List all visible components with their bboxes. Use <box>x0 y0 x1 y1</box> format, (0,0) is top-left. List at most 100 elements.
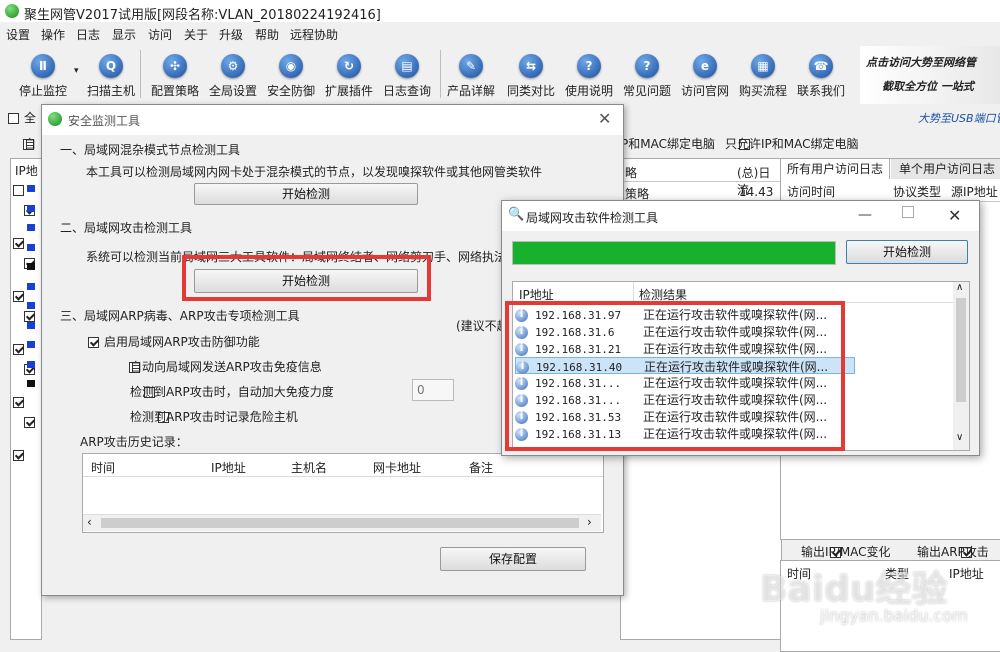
history-hscrollbar[interactable]: ‹ › <box>83 514 601 531</box>
menu-item-7[interactable]: 帮助 <box>255 26 279 43</box>
history-scroll-thumb[interactable] <box>101 518 579 528</box>
total-cell: 14.43 <box>739 185 774 199</box>
toolbar-label: 联系我们 <box>796 84 845 98</box>
toolbar-extend-plugin-button[interactable]: ↻ 扩展插件 <box>320 54 378 98</box>
promiscuous-start-button[interactable]: 开始检测 <box>194 183 418 205</box>
banner-line-2: 截取全方位 一站式 <box>882 80 974 93</box>
menu-item-4[interactable]: 访问 <box>148 26 172 43</box>
maximize-icon[interactable] <box>902 206 914 218</box>
toolbar-label: 全局设置 <box>208 84 257 98</box>
manual-icon: ? <box>577 54 601 78</box>
menu-item-8[interactable]: 远程协助 <box>290 26 338 43</box>
host-row-checkbox[interactable] <box>13 397 24 408</box>
toolbar-manual-button[interactable]: ? 使用说明 <box>560 54 618 98</box>
scroll-left-icon[interactable]: ‹ <box>87 515 92 529</box>
toolbar-label: 停止监控 <box>18 84 67 98</box>
banner-line-1: 点击访问大势至网络管 <box>866 56 976 69</box>
host-row-checkbox[interactable] <box>13 450 24 461</box>
menu-item-1[interactable]: 操作 <box>41 26 65 43</box>
history-col-mac[interactable]: 网卡地址 <box>373 459 421 476</box>
save-config-button[interactable]: 保存配置 <box>440 547 586 571</box>
monitor-icon <box>27 224 35 231</box>
security-defense-icon: ◉ <box>279 54 303 78</box>
attack-dialog-title: 局域网攻击软件检测工具 <box>526 211 659 225</box>
toolbar-log-query-button[interactable]: ▤ 日志查询 <box>378 54 436 98</box>
log-col-proto[interactable]: 协议类型 <box>893 183 941 200</box>
history-table: 时间 IP地址 主机名 网卡地址 备注 ‹ › <box>82 453 604 533</box>
menu-item-0[interactable]: 设置 <box>6 26 30 43</box>
attack-detect-start-button[interactable]: 开始检测 <box>846 240 968 264</box>
monitor-icon <box>27 282 35 290</box>
menu-item-5[interactable]: 关于 <box>184 26 208 43</box>
host-ip-header: IP地 <box>15 164 38 178</box>
toolbar-contact-button[interactable]: ☎ 联系我们 <box>792 54 850 98</box>
section1-title: 一、局域网混杂模式节点检测工具 <box>60 143 241 157</box>
increase-value-input[interactable]: 0 <box>412 379 454 401</box>
menu-item-3[interactable]: 显示 <box>112 26 136 43</box>
monitor-icon <box>27 321 35 329</box>
toolbar-official-site-button[interactable]: e 访问官网 <box>676 54 734 98</box>
monitor-icon <box>27 302 35 309</box>
scroll-right-icon[interactable]: › <box>587 515 592 529</box>
history-label: ARP攻击历史记录： <box>80 435 188 449</box>
toolbar-label: 日志查询 <box>382 84 431 98</box>
host-row-checkbox[interactable] <box>13 291 24 302</box>
history-col-host[interactable]: 主机名 <box>291 459 327 476</box>
stop-monitor-dropdown-icon[interactable]: ▾ <box>74 66 79 76</box>
host-row-checkbox[interactable] <box>13 238 24 249</box>
toolbar-purchase-button[interactable]: ▦ 购买流程 <box>734 54 792 98</box>
policy-header: 略 <box>625 166 638 180</box>
toolbar-label: 扫描主机 <box>86 84 135 98</box>
host-row-checkbox[interactable] <box>24 310 35 322</box>
close-icon[interactable]: ✕ <box>598 109 611 128</box>
security-dialog-icon <box>48 112 62 126</box>
history-col-note[interactable]: 备注 <box>469 459 493 476</box>
watermark-url: jingyan.baidu.com <box>820 606 968 625</box>
history-col-ip[interactable]: IP地址 <box>211 459 246 476</box>
magnifier-icon: 🔍 <box>508 207 525 222</box>
toolbar-config-policy-button[interactable]: ✣ 配置策略 <box>146 54 204 98</box>
progress-fill <box>513 242 835 264</box>
toolbar-faq-button[interactable]: ? 常见问题 <box>618 54 676 98</box>
log-col-src[interactable]: 源IP地址 <box>951 183 998 200</box>
host-row-checkbox[interactable] <box>13 344 24 355</box>
menu-bar: 设置 操作 日志 显示 访问 关于 升级 帮助 远程协助 <box>0 24 1000 44</box>
auto-increase-label: 检测到ARP攻击时，自动加大免疫力度 <box>130 385 334 399</box>
highlight-box-results <box>505 301 845 451</box>
highlight-box-button <box>182 255 431 301</box>
ad-banner[interactable]: 点击访问大势至网络管 截取全方位 一站式 <box>860 46 1000 104</box>
arp-col-ip[interactable]: IP地址 <box>949 565 984 582</box>
toolbar-product-detail-button[interactable]: ✎ 产品详解 <box>442 54 500 98</box>
toolbar-label: 产品详解 <box>446 84 495 98</box>
close-icon[interactable]: ✕ <box>948 206 961 225</box>
monitor-icon <box>27 341 35 348</box>
result-scroll-thumb[interactable] <box>956 298 966 402</box>
toolbar-compare-button[interactable]: ⇆ 同类对比 <box>502 54 560 98</box>
log-col-time[interactable]: 访问时间 <box>787 183 835 200</box>
result-vscrollbar[interactable]: ∧ ∨ <box>953 282 969 450</box>
host-row-checkbox[interactable] <box>24 416 35 428</box>
tab-single-user-log[interactable]: 单个用户访问日志 <box>891 159 1000 179</box>
menu-item-2[interactable]: 日志 <box>76 26 100 43</box>
check-all-checkbox[interactable] <box>8 113 19 124</box>
toolbar-stop-monitor-button[interactable]: Ⅱ 停止监控 <box>14 54 72 98</box>
toolbar-global-settings-button[interactable]: ⚙ 全局设置 <box>204 54 262 98</box>
bind-label-2: 只允许IP和MAC绑定电脑 <box>725 137 859 151</box>
tab-all-users-log[interactable]: 所有用户访问日志 <box>781 159 890 179</box>
enable-defense-checkbox[interactable] <box>88 337 99 348</box>
minimize-icon[interactable]: — <box>858 207 872 223</box>
scroll-down-icon[interactable]: ∨ <box>956 432 963 443</box>
menu-item-6[interactable]: 升级 <box>219 26 243 43</box>
banner-link[interactable]: 大势至USB端口管 <box>918 110 1000 126</box>
host-row-checkbox[interactable] <box>13 185 24 196</box>
watermark-brand: Baidu经验 <box>760 569 948 610</box>
monitor-icon <box>27 243 35 251</box>
toolbar-label: 访问官网 <box>680 84 729 98</box>
toolbar-security-defense-button[interactable]: ◉ 安全防御 <box>262 54 320 98</box>
toolbar-label: 购买流程 <box>738 84 787 98</box>
section3-title: 三、局域网ARP病毒、ARP攻击专项检测工具 <box>60 309 300 323</box>
history-col-time[interactable]: 时间 <box>91 459 115 476</box>
scroll-up-icon[interactable]: ∧ <box>956 282 963 293</box>
enable-defense-label: 启用局域网ARP攻击防御功能 <box>104 335 260 349</box>
toolbar-scan-host-button[interactable]: Q 扫描主机 <box>82 54 140 98</box>
